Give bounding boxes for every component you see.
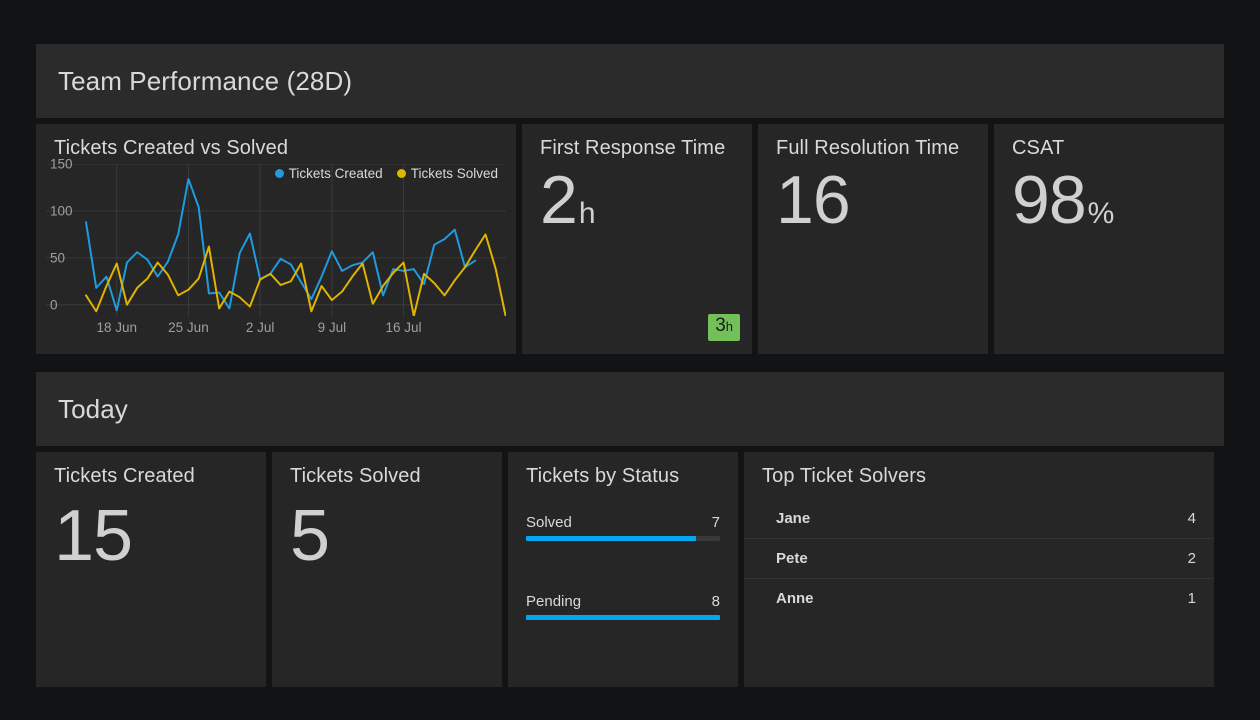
bar-gauge-item-pending[interactable]: Pending 8 (526, 593, 720, 620)
legend-label-created: Tickets Created (288, 166, 383, 181)
stat-unit: h (578, 197, 596, 230)
panel-row-top: Tickets Created vs Solved Tickets Create… (36, 124, 1224, 354)
bar-gauge-fill (526, 615, 720, 620)
panel-tickets-by-status[interactable]: Tickets by Status Solved 7 Pending 8 (508, 452, 738, 687)
graph-body: Tickets Created Tickets Solved 150 100 50 0… (46, 157, 506, 346)
solvers-table: Jane 4 Pete 2 Anne 1 (744, 498, 1214, 618)
legend-color-swatch-created (274, 169, 284, 178)
x-axis-labels: 18 Jun 25 Jun 2 Jul 9 Jul 16 Jul (46, 320, 506, 340)
stat-number: 2 (540, 162, 578, 238)
panel-title: Tickets Created vs Solved (54, 137, 289, 159)
solver-count: 4 (1187, 509, 1196, 527)
row-header-today[interactable]: Today (36, 372, 1224, 446)
stat-number: 16 (776, 162, 851, 238)
stat-value: 98% (1012, 166, 1114, 234)
panel-full-resolution-time[interactable]: Full Resolution Time 16 (758, 124, 988, 354)
panel-today-tickets-created[interactable]: Tickets Created 15 (36, 452, 266, 687)
stat-value: 15 (54, 500, 133, 572)
legend-item-solved[interactable]: Tickets Solved (396, 166, 498, 181)
chart-plot-area: 150 100 50 0 (46, 157, 506, 316)
stat-value: 2h (540, 166, 596, 234)
bar-gauge-item-solved[interactable]: Solved 7 (526, 514, 720, 541)
panel-tickets-created-vs-solved[interactable]: Tickets Created vs Solved Tickets Create… (36, 124, 516, 354)
stat-number: 98 (1012, 162, 1087, 238)
x-axis-tick-label: 25 Jun (168, 320, 209, 335)
solver-name: Anne (776, 590, 814, 607)
stat-unit: % (1087, 197, 1115, 230)
badge-value: 3 (715, 315, 726, 337)
status-badge: 3h (708, 314, 740, 341)
x-axis-tick-label: 2 Jul (245, 320, 275, 335)
line-chart (46, 164, 506, 316)
row-header-team-performance[interactable]: Team Performance (28D) (36, 44, 1224, 118)
bar-gauge-head: Pending 8 (526, 593, 720, 610)
table-row[interactable]: Anne 1 (744, 578, 1214, 618)
y-axis-tick-label: 50 (50, 250, 66, 266)
solver-count: 2 (1187, 550, 1196, 567)
panel-csat[interactable]: CSAT 98% (994, 124, 1224, 354)
solver-name: Pete (776, 550, 808, 567)
bar-gauge-fill (526, 536, 696, 541)
chart-legend: Tickets Created Tickets Solved (274, 166, 498, 181)
x-axis-tick-label: 9 Jul (317, 320, 347, 335)
panel-today-tickets-solved[interactable]: Tickets Solved 5 (272, 452, 502, 687)
panel-row-today: Tickets Created 15 Tickets Solved 5 Tick… (36, 452, 1224, 687)
bar-gauge-value: 7 (711, 514, 720, 531)
y-axis-tick-label: 100 (50, 203, 73, 219)
panel-top-ticket-solvers[interactable]: Top Ticket Solvers Jane 4 Pete 2 Anne 1 (744, 452, 1214, 687)
bar-gauge-label: Solved (526, 514, 572, 531)
panel-title: Full Resolution Time (776, 137, 960, 159)
row-title: Team Performance (28D) (58, 65, 353, 96)
stat-number: 5 (290, 496, 330, 576)
table-row[interactable]: Jane 4 (744, 498, 1214, 538)
panel-title: Tickets Created (54, 465, 195, 487)
bar-gauge-track (526, 536, 720, 541)
table-row[interactable]: Pete 2 (744, 538, 1214, 578)
solver-name: Jane (776, 509, 811, 527)
legend-label-solved: Tickets Solved (410, 166, 498, 181)
stat-value: 16 (776, 166, 852, 234)
dashboard: Team Performance (28D) Tickets Created v… (36, 44, 1224, 687)
stat-number: 15 (54, 496, 133, 576)
panel-title: CSAT (1012, 137, 1065, 159)
row-title: Today (58, 393, 128, 424)
legend-item-created[interactable]: Tickets Created (274, 166, 383, 181)
badge-unit: h (725, 319, 733, 335)
panel-title: First Response Time (540, 137, 726, 159)
x-axis-tick-label: 18 Jun (96, 320, 137, 335)
y-axis-tick-label: 0 (50, 297, 58, 313)
panel-first-response-time[interactable]: First Response Time 2h 3h (522, 124, 752, 354)
bar-gauge-track (526, 615, 720, 620)
x-axis-tick-label: 16 Jul (385, 320, 422, 335)
y-axis-labels: 150 100 50 0 (46, 157, 86, 316)
legend-color-swatch-solved (396, 169, 406, 178)
panel-title: Tickets Solved (290, 465, 421, 487)
bar-gauge-value: 8 (711, 593, 720, 610)
panel-title: Tickets by Status (526, 465, 680, 487)
y-axis-tick-label: 150 (50, 156, 73, 172)
bar-gauge-label: Pending (526, 593, 582, 610)
solver-count: 1 (1187, 590, 1196, 607)
bar-gauge-head: Solved 7 (526, 514, 720, 531)
panel-title: Top Ticket Solvers (762, 465, 927, 487)
stat-value: 5 (290, 500, 330, 572)
